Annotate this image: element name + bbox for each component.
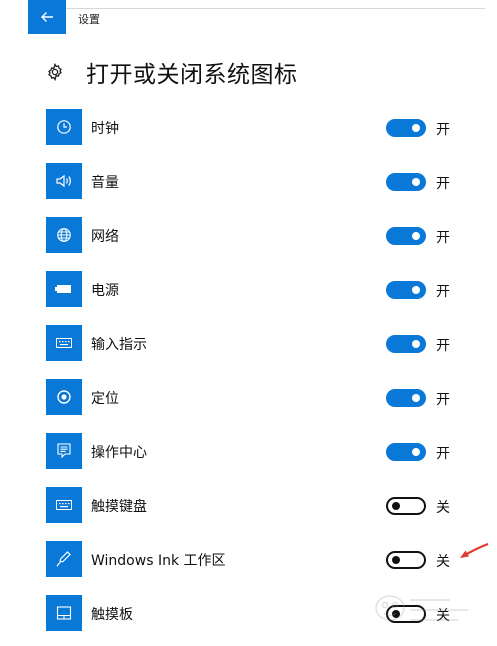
toggle-knob [392, 502, 400, 510]
list-item-clock: 时钟 开 [46, 106, 476, 160]
item-label: 网络 [91, 229, 119, 245]
toggle-knob [392, 556, 400, 564]
item-label: 电源 [91, 283, 119, 299]
list-item-touch-keyboard: 触摸键盘 关 [46, 484, 476, 538]
state-label: 开 [436, 122, 450, 138]
list-item-network: 网络 开 [46, 214, 476, 268]
list-item-windows-ink: Windows Ink 工作区 关 [46, 538, 476, 592]
globe-icon [57, 228, 71, 242]
location-toggle[interactable] [386, 389, 426, 407]
network-tile [46, 217, 82, 253]
action-center-toggle[interactable] [386, 443, 426, 461]
clock-icon [57, 120, 71, 134]
list-item-input-indicator: 输入指示 开 [46, 322, 476, 376]
touchpad-tile [46, 595, 82, 631]
action-center-tile [46, 433, 82, 469]
toggle-knob [412, 232, 420, 240]
toggle-knob [412, 394, 420, 402]
list-item-action-center: 操作中心 开 [46, 430, 476, 484]
system-icons-list: 时钟 开 音量 开 网络 开 电源 开 输入指示 开 定位 开 操作中心 开 触… [46, 106, 476, 646]
item-label: 定位 [91, 391, 119, 407]
item-label: 输入指示 [91, 337, 147, 353]
annotation-arrow-icon [460, 542, 489, 558]
item-label: Windows Ink 工作区 [91, 553, 226, 569]
item-label: 触摸键盘 [91, 499, 147, 515]
window-title: 设置 [78, 13, 100, 26]
keyboard-icon [56, 338, 72, 348]
gear-icon [48, 63, 62, 81]
network-toggle[interactable] [386, 227, 426, 245]
title-bar: 设置 [0, 0, 497, 34]
input-indicator-tile [46, 325, 82, 361]
item-label: 操作中心 [91, 445, 147, 461]
location-icon [57, 390, 71, 404]
page-title: 打开或关闭系统图标 [86, 62, 298, 88]
pen-icon [56, 551, 71, 567]
touch-keyboard-icon [56, 500, 72, 510]
clock-toggle[interactable] [386, 119, 426, 137]
volume-toggle[interactable] [386, 173, 426, 191]
touchpad-icon [56, 606, 72, 620]
item-label: 时钟 [91, 121, 119, 137]
toggle-knob [412, 124, 420, 132]
location-tile [46, 379, 82, 415]
state-label: 开 [436, 392, 450, 408]
state-label: 开 [436, 446, 450, 462]
clock-tile [46, 109, 82, 145]
volume-icon [56, 174, 71, 188]
power-toggle[interactable] [386, 281, 426, 299]
state-label: 关 [436, 500, 450, 516]
list-item-volume: 音量 开 [46, 160, 476, 214]
touch-keyboard-toggle[interactable] [386, 497, 426, 515]
volume-tile [46, 163, 82, 199]
state-label: 开 [436, 338, 450, 354]
toggle-knob [412, 448, 420, 456]
windows-ink-toggle[interactable] [386, 551, 426, 569]
watermark-logo [375, 595, 468, 621]
toggle-knob [412, 178, 420, 186]
touch-keyboard-tile [46, 487, 82, 523]
power-tile [46, 271, 82, 307]
back-arrow-icon [41, 12, 53, 22]
list-item-location: 定位 开 [46, 376, 476, 430]
toggle-knob [412, 286, 420, 294]
page-header: 打开或关闭系统图标 [46, 56, 298, 88]
windows-ink-tile [46, 541, 82, 577]
back-button[interactable] [28, 0, 66, 34]
list-item-power: 电源 开 [46, 268, 476, 322]
toggle-knob [412, 340, 420, 348]
title-bar-divider [66, 8, 485, 9]
state-label: 关 [436, 554, 450, 570]
item-label: 音量 [91, 175, 119, 191]
state-label: 开 [436, 176, 450, 192]
input-indicator-toggle[interactable] [386, 335, 426, 353]
battery-icon [55, 285, 71, 293]
state-label: 开 [436, 230, 450, 246]
item-label: 触摸板 [91, 607, 133, 623]
action-center-icon [57, 443, 71, 459]
state-label: 开 [436, 284, 450, 300]
